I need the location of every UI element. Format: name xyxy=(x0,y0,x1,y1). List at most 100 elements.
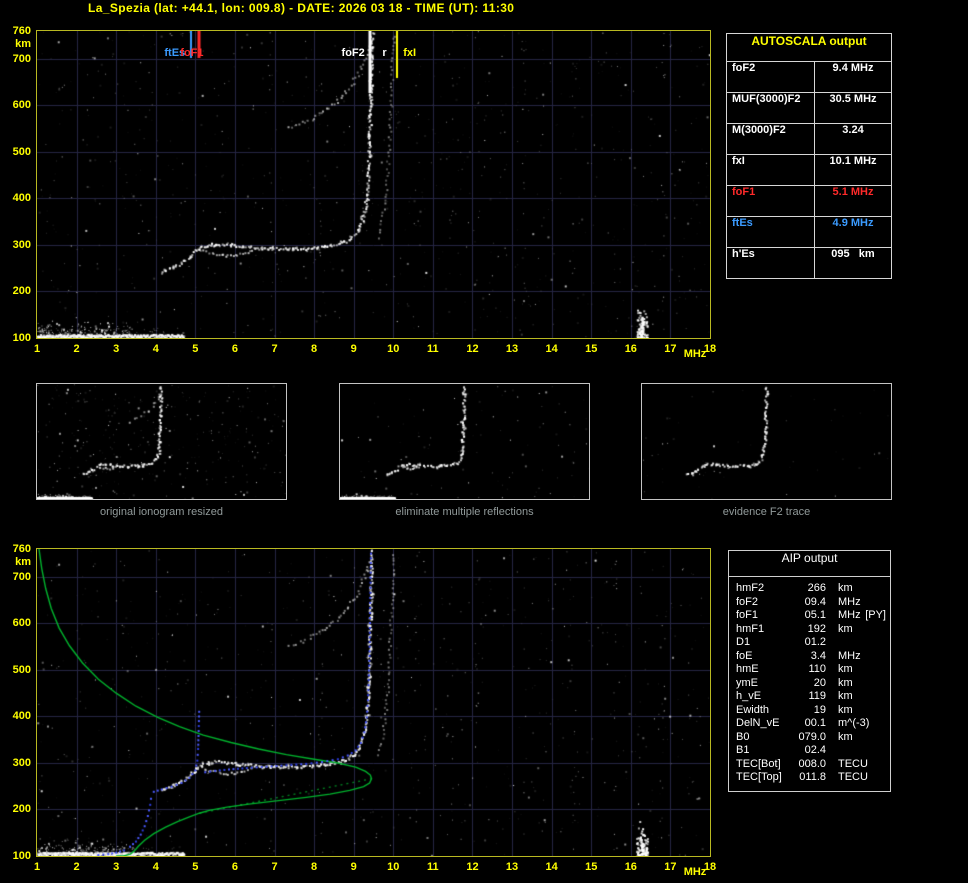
aip-row-unit: km xyxy=(838,703,853,716)
aip-row: ymE 20 km xyxy=(729,677,890,691)
x-axis-unit-label: MHz xyxy=(683,866,707,878)
aip-row: foF1 05.1 MHz [PY] xyxy=(729,609,890,623)
x-axis-tick-label: 4 xyxy=(152,861,159,873)
aip-table-rows: hmF2 266 km foF2 09.4 MHz foF1 05.1 MHz [PY] hmF1 1… xyxy=(729,582,890,785)
aip-row-unit: km xyxy=(838,676,853,689)
thumbnail-caption-reflections: eliminate multiple reflections xyxy=(395,506,534,518)
aip-row-unit: m^(-3) xyxy=(838,717,870,729)
x-axis-tick-label: 15 xyxy=(585,343,598,355)
autoscala-row: MUF(3000)F2 30.5 MHz xyxy=(727,93,891,124)
y-axis-tick-label: 600 xyxy=(12,99,31,112)
y-axis-tick-label: 300 xyxy=(12,238,31,251)
aip-row-unit: TECU xyxy=(838,771,868,783)
autoscala-row: M(3000)F2 3.24 xyxy=(727,124,891,155)
aip-row-label: ymE xyxy=(736,676,758,689)
autoscala-row-value: 10.1 MHz xyxy=(829,155,877,167)
ionogram-canvas-main xyxy=(37,31,710,338)
ionogram-panel-profile xyxy=(36,548,711,857)
aip-row-unit xyxy=(826,636,838,650)
y-axis-tick-label: 600 xyxy=(12,617,31,630)
aip-row-unit: km xyxy=(838,690,853,702)
autoscala-row-label: foF1 xyxy=(727,186,815,216)
aip-row-label: B0 xyxy=(736,730,750,743)
r-marker-label: r xyxy=(382,47,387,59)
aip-row: h_vE 119 km xyxy=(729,690,890,704)
autoscala-row: fxI 10.1 MHz xyxy=(727,155,891,186)
autoscala-row-label: ftEs xyxy=(727,217,815,247)
aip-row-label: foF2 xyxy=(736,595,759,608)
x-axis-tick-label: 13 xyxy=(505,343,519,355)
autoscala-row: h'Es 095 km xyxy=(727,248,891,278)
aip-row-unit: km xyxy=(838,730,853,743)
aip-row-unit: km xyxy=(838,582,853,594)
aip-row-value: 05.1 xyxy=(804,609,826,621)
page-title: La_Spezia (lat: +44.1, lon: 009.8) - DAT… xyxy=(88,1,515,15)
aip-row: hmF2 266 km xyxy=(729,582,890,596)
y-axis-tick-label: 400 xyxy=(12,192,31,205)
aip-row: TEC[Bot] 008.0 TECU xyxy=(729,758,890,772)
y-axis-tick-label: 200 xyxy=(12,285,31,298)
aip-row-extra: [PY] xyxy=(865,609,886,621)
aip-row-unit xyxy=(826,744,838,758)
autoscala-table-title: AUTOSCALA output xyxy=(727,34,891,62)
x-axis-tick-label: 8 xyxy=(311,861,318,873)
autoscala-row-value: 4.9 MHz xyxy=(832,217,874,229)
x-axis-tick-label: 6 xyxy=(231,861,238,873)
x-axis-tick-label: 9 xyxy=(350,343,357,355)
aip-row: B1 02.4 xyxy=(729,744,890,758)
thumbnail-caption-f2: evidence F2 trace xyxy=(722,506,811,518)
aip-row-value: 011.8 xyxy=(799,771,826,783)
aip-row-value: 266 xyxy=(807,582,826,594)
autoscala-row-value: 095 km xyxy=(831,248,875,260)
y-axis-tick-label: 700 xyxy=(12,52,31,65)
y-axis-tick-label: 760 xyxy=(12,25,31,37)
aip-row: D1 01.2 xyxy=(729,636,890,650)
aip-row-value: 19 xyxy=(813,703,826,716)
aip-row: foF2 09.4 MHz xyxy=(729,596,890,610)
x-axis-tick-label: 16 xyxy=(624,343,637,355)
x-axis-tick-label: 3 xyxy=(113,343,120,355)
x-axis-tick-label: 11 xyxy=(427,861,439,873)
aip-row-value: 09.4 xyxy=(804,595,826,608)
x-axis-tick-label: 10 xyxy=(387,861,400,873)
autoscala-row: foF1 5.1 MHz xyxy=(727,186,891,217)
y-axis-tick-label: 400 xyxy=(12,710,31,723)
x-axis-tick-label: 3 xyxy=(113,861,120,873)
aip-row-value: 192 xyxy=(807,622,826,635)
aip-output-table: AIP output hmF2 266 km foF2 09.4 MHz foF1 05.1 M… xyxy=(728,550,891,792)
x-axis-tick-label: 5 xyxy=(192,343,199,355)
aip-row: DelN_vE 00.1 m^(-3) xyxy=(729,717,890,731)
thumbnail-canvas-original xyxy=(37,384,286,499)
x-axis-tick-label: 2 xyxy=(73,861,80,873)
aip-row-value: 079.0 xyxy=(798,730,826,743)
y-axis-tick-label: 300 xyxy=(12,756,31,769)
aip-row-label: DelN_vE xyxy=(736,717,780,729)
aip-row-label: hmF2 xyxy=(736,582,765,594)
x-axis-tick-label: 7 xyxy=(271,343,278,355)
aip-row: hmE 110 km xyxy=(729,663,890,677)
x-axis-tick-label: 12 xyxy=(466,343,479,355)
x-axis-tick-label: 4 xyxy=(152,343,159,355)
aip-row-value: 008.0 xyxy=(798,757,826,770)
aip-row-value: 119 xyxy=(808,690,826,702)
aip-row-label: h_vE xyxy=(736,690,762,702)
aip-row-unit: MHz xyxy=(838,649,861,662)
x-axis-tick-label: 14 xyxy=(545,861,558,873)
thumbnail-canvas-f2 xyxy=(642,384,891,499)
aip-row-unit: km xyxy=(838,663,853,675)
x-axis-tick-label: 10 xyxy=(387,343,400,355)
autoscala-table-rows: foF2 9.4 MHz MUF(3000)F2 30.5 MHz M(3000)F2 3… xyxy=(727,62,891,278)
autoscala-row-value: 9.4 MHz xyxy=(832,62,874,74)
aip-row-value: 01.2 xyxy=(804,636,826,648)
aip-row-unit: MHz xyxy=(838,609,861,621)
x-axis-tick-label: 14 xyxy=(545,343,558,355)
autoscala-row-value: 5.1 MHz xyxy=(832,186,874,198)
autoscala-row-label: foF2 xyxy=(727,62,815,92)
aip-row-value: 20 xyxy=(813,676,826,689)
thumbnail-original-ionogram xyxy=(36,383,287,500)
autoscala-row: ftEs 4.9 MHz xyxy=(727,217,891,248)
foF1-marker-label: foF1 xyxy=(180,47,204,59)
aip-row: hmF1 192 km xyxy=(729,623,890,637)
x-axis-tick-label: 7 xyxy=(271,861,278,873)
aip-row-label: TEC[Bot] xyxy=(736,757,781,770)
